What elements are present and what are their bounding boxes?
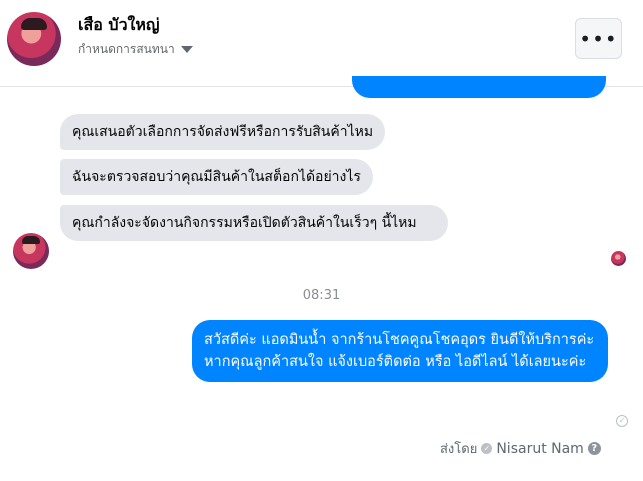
contact-avatar[interactable] — [7, 12, 61, 66]
conversation-settings-label: กำหนดการสนทนา — [78, 42, 175, 56]
conversation-settings-dropdown[interactable]: กำหนดการสนทนา — [78, 40, 193, 59]
more-options-button[interactable]: ••• — [575, 18, 622, 59]
sent-by-info: ส่งโดย ✓ Nisarut Nam ? — [440, 438, 601, 459]
more-horizontal-icon: ••• — [579, 26, 618, 51]
outgoing-message[interactable]: สวัสดีค่ะ แอดมินน้ำ จากร้านโชคคูณโชคอุดร… — [192, 320, 608, 382]
seen-indicator-avatar — [611, 251, 626, 266]
incoming-message[interactable]: ฉันจะตรวจสอบว่าคุณมีสินค้าในสต็อกได้อย่า… — [60, 159, 373, 195]
caret-down-icon — [180, 46, 193, 53]
sent-status-icon: ✓ — [616, 415, 628, 427]
sent-by-label: ส่งโดย — [440, 442, 478, 457]
verified-check-icon: ✓ — [481, 443, 493, 454]
outgoing-message-line: สวัสดีค่ะ แอดมินน้ำ จากร้านโชคคูณโชคอุดร… — [204, 332, 595, 348]
conversation-header: เสือ บัวใหญ่ กำหนดการสนทนา ••• — [0, 0, 643, 87]
sender-avatar[interactable] — [13, 233, 49, 269]
message-timestamp: 08:31 — [302, 288, 341, 303]
sender-name[interactable]: Nisarut Nam — [496, 441, 584, 457]
contact-name[interactable]: เสือ บัวใหญ่ — [78, 13, 160, 38]
outgoing-message-line: หากคุณลูกค้าสนใจ แจ้งเบอร์ติดต่อ หรือ ไอ… — [204, 354, 587, 370]
help-icon[interactable]: ? — [587, 442, 601, 455]
incoming-message[interactable]: คุณเสนอตัวเลือกการจัดส่งฟรีหรือการรับสิน… — [60, 114, 386, 150]
previous-outgoing-bubble — [352, 76, 606, 98]
incoming-message[interactable]: คุณกำลังจะจัดงานกิจกรรมหรือเปิดตัวสินค้า… — [60, 205, 448, 241]
